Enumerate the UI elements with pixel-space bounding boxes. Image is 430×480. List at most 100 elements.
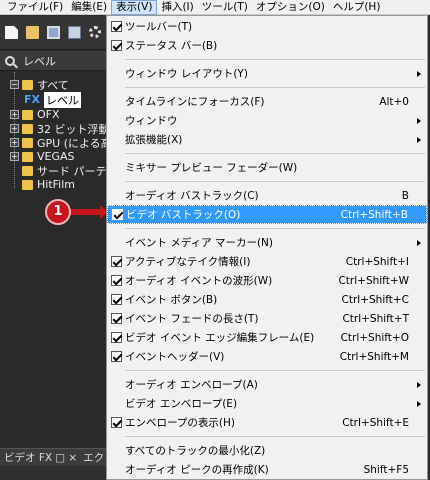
menu-item-label: ビデオ イベント エッジ編集フレーム(E) xyxy=(125,332,315,344)
submenu-arrow-icon xyxy=(417,400,421,407)
menu-help[interactable]: ヘルプ(H) xyxy=(329,0,385,15)
search-input[interactable]: レベル xyxy=(23,53,56,69)
menu-item-shortcut: Ctrl+Shift+O xyxy=(340,331,409,344)
menu-item-label: オーディオ エンベロープ(A) xyxy=(125,379,258,391)
menu-item-shortcut: B xyxy=(401,189,409,202)
gear-icon[interactable] xyxy=(89,26,101,38)
checkmark-icon xyxy=(111,332,122,343)
menu-item-event-headers[interactable]: イベントヘッダー(V) Ctrl+Shift+M xyxy=(107,347,427,366)
tab-explorer[interactable]: エク xyxy=(83,450,104,465)
tree-item-vegas[interactable]: + VEGAS xyxy=(10,150,75,163)
expand-icon[interactable]: + xyxy=(10,138,19,147)
submenu-arrow-icon xyxy=(417,239,421,246)
menu-file[interactable]: ファイル(F) xyxy=(3,0,67,15)
tree-item-label: レベル xyxy=(44,91,81,108)
menu-item-toolbar[interactable]: ツールバー(T) xyxy=(107,17,427,36)
menu-insert[interactable]: 挿入(I) xyxy=(157,0,197,15)
menu-item-label: オーディオ ピークの再作成(K) xyxy=(125,464,269,476)
callout-badge: 1 xyxy=(45,199,71,225)
menu-tools[interactable]: ツール(T) xyxy=(198,0,252,15)
checkmark-icon xyxy=(111,275,122,286)
collapse-icon[interactable]: − xyxy=(10,80,19,89)
menu-item-video-envelopes[interactable]: ビデオ エンベロープ(E) xyxy=(107,394,427,413)
menu-item-label: ビデオ バストラック(O) xyxy=(126,209,241,221)
search-bar: レベル xyxy=(0,51,106,71)
tree-item-ofx[interactable]: + OFX xyxy=(10,108,60,121)
expand-icon[interactable]: + xyxy=(10,110,19,119)
menu-item-event-buttons[interactable]: イベント ボタン(B) Ctrl+Shift+C xyxy=(107,290,427,309)
folder-icon xyxy=(22,123,33,134)
submenu-arrow-icon xyxy=(417,381,421,388)
tree-item-third-party[interactable]: サード パーティ xyxy=(22,164,117,178)
menu-item-active-take[interactable]: アクティブなテイク情報(I) Ctrl+Shift+I xyxy=(107,252,427,271)
bottom-tab-bar: ビデオ FX □ × エク xyxy=(0,448,106,466)
checkmark-icon xyxy=(111,313,122,324)
menu-item-minimize-tracks[interactable]: すべてのトラックの最小化(Z) xyxy=(107,441,427,460)
menu-item-shortcut: Ctrl+Shift+M xyxy=(339,350,409,363)
tree-item-level[interactable]: FX レベル xyxy=(24,91,81,108)
menu-item-label: イベントヘッダー(V) xyxy=(125,351,225,363)
new-document-icon[interactable] xyxy=(5,26,18,39)
tab-video-fx[interactable]: ビデオ FX xyxy=(4,450,52,465)
callout-arrow xyxy=(71,205,108,219)
menu-item-edge-frames[interactable]: ビデオ イベント エッジ編集フレーム(E) Ctrl+Shift+O xyxy=(107,328,427,347)
menu-separator xyxy=(125,153,425,154)
menu-item-label: ツールバー(T) xyxy=(125,21,193,33)
folder-icon xyxy=(22,151,33,162)
expand-icon[interactable]: + xyxy=(10,152,19,161)
menu-item-label: タイムラインにフォーカス(F) xyxy=(125,96,265,108)
save-icon[interactable] xyxy=(47,26,60,39)
menu-options[interactable]: オプション(O) xyxy=(252,0,329,15)
menu-item-audio-waveforms[interactable]: オーディオ イベントの波形(W) Ctrl+Shift+W xyxy=(107,271,427,290)
edit-icon[interactable] xyxy=(68,26,81,39)
menu-item-label: オーディオ イベントの波形(W) xyxy=(125,275,273,287)
menu-item-event-media-markers[interactable]: イベント メディア マーカー(N) xyxy=(107,233,427,252)
checkmark-icon xyxy=(111,256,122,267)
menu-item-label: エンベロープの表示(H) xyxy=(125,417,235,429)
checkmark-icon xyxy=(112,209,123,220)
plugin-toolbar xyxy=(0,16,106,50)
expand-icon[interactable]: + xyxy=(10,124,19,133)
menu-item-audio-envelopes[interactable]: オーディオ エンベロープ(A) xyxy=(107,375,427,394)
menu-item-show-envelopes[interactable]: エンベロープの表示(H) Ctrl+Shift+E xyxy=(107,413,427,432)
checkmark-icon xyxy=(111,40,122,51)
menu-item-rebuild-peaks[interactable]: オーディオ ピークの再作成(K) Shift+F5 xyxy=(107,460,427,479)
tree-item-hitfilm[interactable]: HitFilm xyxy=(22,178,75,191)
menu-item-label: ビデオ エンベロープ(E) xyxy=(125,398,238,410)
bottom-strip xyxy=(0,466,106,480)
menu-item-shortcut: Shift+F5 xyxy=(363,463,409,476)
open-folder-icon[interactable] xyxy=(26,26,39,39)
menu-item-status-bar[interactable]: ステータス バー(B) xyxy=(107,36,427,55)
menu-item-label: すべてのトラックの最小化(Z) xyxy=(125,445,266,457)
menu-separator xyxy=(125,181,425,182)
menu-item-label: ステータス バー(B) xyxy=(125,40,218,52)
menu-item-extensions[interactable]: 拡張機能(X) xyxy=(107,130,427,149)
menu-item-shortcut: Ctrl+Shift+E xyxy=(342,416,409,429)
menu-item-audio-bus[interactable]: オーディオ バストラック(C) B xyxy=(107,186,427,205)
menu-view[interactable]: 表示(V) xyxy=(111,0,158,15)
menu-item-label: ミキサー プレビュー フェーダー(W) xyxy=(125,162,298,174)
folder-icon xyxy=(22,79,33,90)
fx-tag: FX xyxy=(24,93,40,106)
menu-item-timeline-focus[interactable]: タイムラインにフォーカス(F) Alt+0 xyxy=(107,92,427,111)
search-icon xyxy=(5,55,15,66)
menu-edit[interactable]: 編集(E) xyxy=(67,0,111,15)
menu-item-label: アクティブなテイク情報(I) xyxy=(125,256,251,268)
tree-item-32bit[interactable]: + 32 ビット浮動小 xyxy=(10,122,121,136)
menu-separator xyxy=(125,59,425,60)
menu-item-shortcut: Ctrl+Shift+C xyxy=(341,293,409,306)
menu-item-window-layout[interactable]: ウィンドウ レイアウト(Y) xyxy=(107,64,427,83)
menu-item-shortcut: Ctrl+Shift+T xyxy=(342,312,409,325)
tree-item-label: すべて xyxy=(37,78,69,92)
menu-item-window[interactable]: ウィンドウ xyxy=(107,111,427,130)
tree-item-all[interactable]: − すべて xyxy=(10,78,69,92)
menu-item-fade-lengths[interactable]: イベント フェードの長さ(T) Ctrl+Shift+T xyxy=(107,309,427,328)
menu-item-video-bus[interactable]: ビデオ バストラック(O) Ctrl+Shift+B xyxy=(107,205,427,224)
folder-icon xyxy=(22,109,33,120)
menu-item-label: イベント フェードの長さ(T) xyxy=(125,313,259,325)
menu-item-mixer-preview[interactable]: ミキサー プレビュー フェーダー(W) xyxy=(107,158,427,177)
menu-separator xyxy=(125,370,425,371)
menu-item-label: イベント メディア マーカー(N) xyxy=(125,237,273,249)
tab-close-buttons[interactable]: □ × xyxy=(55,452,77,464)
tree-item-label: OFX xyxy=(37,108,60,121)
